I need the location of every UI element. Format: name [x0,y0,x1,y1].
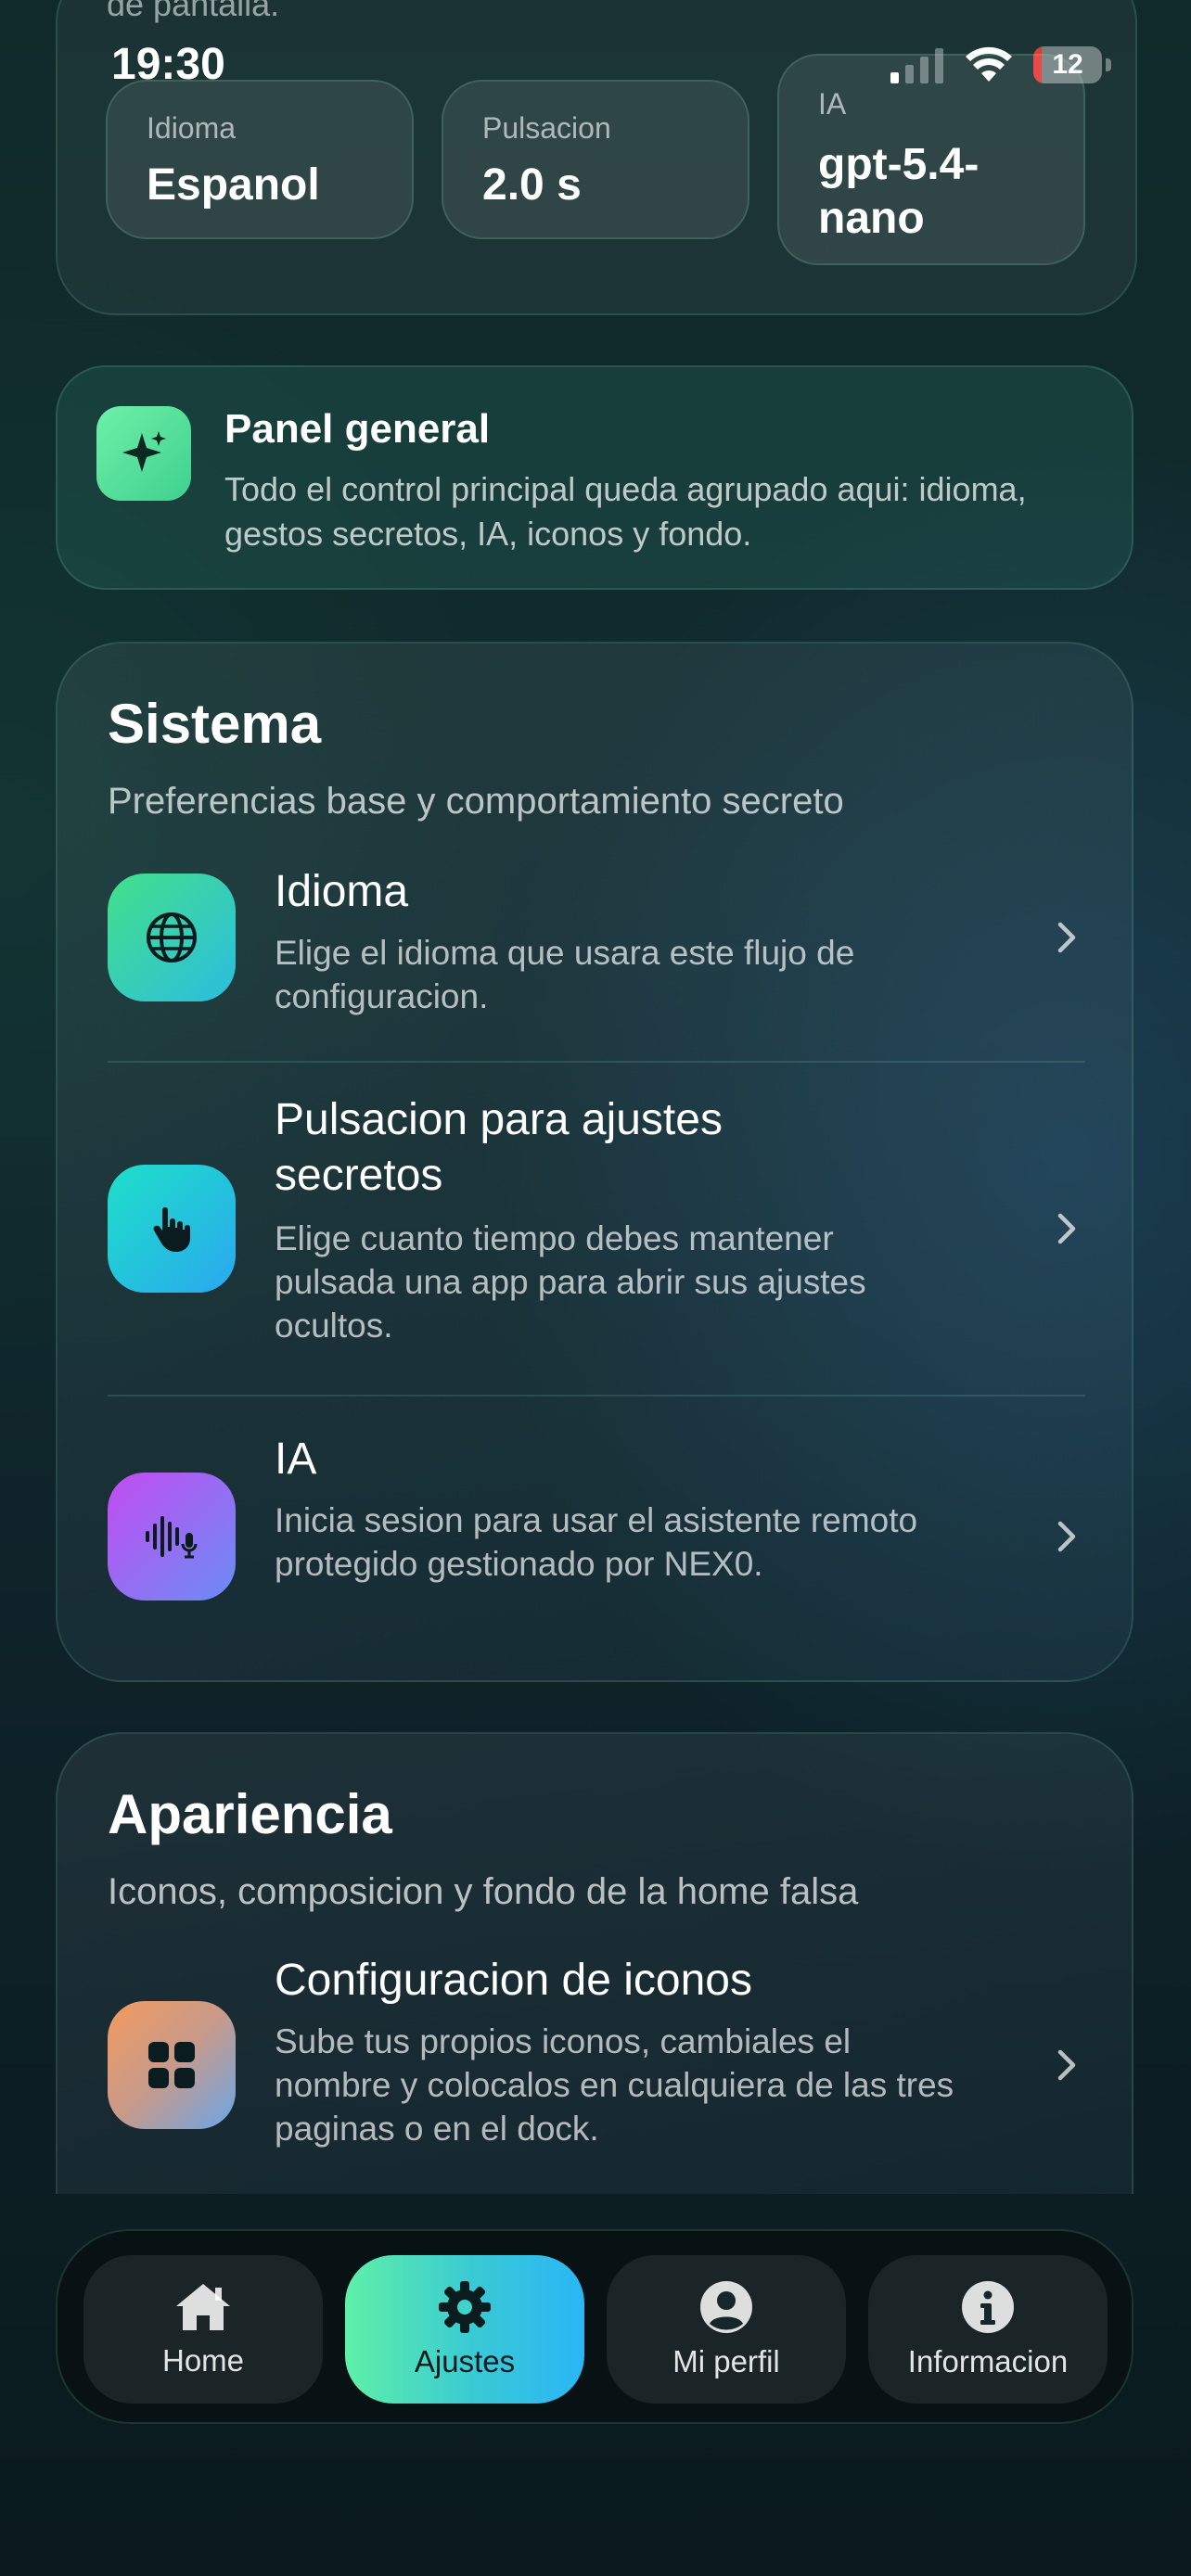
panel-general-title: Panel general [224,406,491,452]
section-title: Sistema [108,693,322,755]
battery-cap [1106,58,1111,71]
chip-pulsacion[interactable]: Pulsacion 2.0 s [442,80,749,239]
nav-informacion[interactable]: Informacion [868,2255,1108,2404]
section-title: Apariencia [108,1783,392,1845]
section-subtitle: Preferencias base y comportamiento secre… [108,781,844,822]
chip-ia[interactable]: IA gpt-5.4-nano [777,54,1085,265]
bottom-navigation: Home Ajustes Mi perfil Informacion [56,2229,1133,2424]
chevron-right-icon [1057,922,1076,953]
settings-row-pulsacion[interactable]: Pulsacion para ajustes secretos Elige cu… [108,1095,1085,1352]
sparkles-icon [96,406,191,501]
chevron-right-icon [1057,2049,1076,2081]
row-title: Idioma [275,867,409,916]
chip-label: Idioma [147,111,237,145]
row-title: Configuracion de iconos [275,1956,752,2005]
row-description: Sube tus propios iconos, cambiales el no… [275,2022,954,2148]
summary-card-subtitle: de pantalla. [107,0,280,23]
gear-icon [439,2281,491,2333]
chip-idioma[interactable]: Idioma Espanol [106,80,414,239]
info-icon [962,2281,1014,2333]
chip-value: 2.0 s [482,160,582,210]
chip-value: gpt-5.4-nano [818,140,980,243]
nav-label: Mi perfil [672,2344,780,2378]
nav-mi-perfil[interactable]: Mi perfil [607,2255,846,2404]
globe-icon [108,874,236,1001]
nav-label: Informacion [907,2344,1069,2378]
chip-label: IA [818,87,847,121]
sistema-section: Sistema Preferencias base y comportamien… [56,642,1133,1682]
row-description: Inicia sesion para usar el asistente rem… [275,1501,918,1583]
settings-row-iconos[interactable]: Configuracion de iconos Sube tus propios… [108,1956,1085,2175]
nav-label: Home [161,2343,245,2378]
chip-label: Pulsacion [482,111,611,145]
nav-ajustes[interactable]: Ajustes [345,2255,584,2404]
person-icon [700,2281,752,2333]
nav-home[interactable]: Home [83,2255,323,2404]
chevron-right-icon [1057,1521,1076,1552]
house-icon [176,2284,230,2330]
panel-general-description: Todo el control principal queda agrupado… [224,470,1027,553]
section-subtitle: Iconos, composicion y fondo de la home f… [108,1871,859,1912]
chevron-right-icon [1057,1213,1076,1244]
row-description: Elige el idioma que usara este flujo de … [275,934,855,1015]
row-description: Elige cuanto tiempo debes mantener pulsa… [275,1219,866,1345]
settings-row-idioma[interactable]: Idioma Elige el idioma que usara este fl… [108,867,1085,1050]
settings-row-ia[interactable]: IA Inicia sesion para usar el asistente … [108,1435,1085,1645]
row-title: Pulsacion para ajustes secretos [275,1095,723,1200]
row-divider [108,1061,1085,1063]
hand-tap-icon [108,1165,236,1293]
chip-value: Espanol [147,160,320,210]
voice-wave-icon [108,1473,236,1600]
row-title: IA [275,1435,317,1484]
panel-general-card: Panel general Todo el control principal … [56,365,1133,590]
nav-label: Ajustes [414,2344,516,2378]
grid-icon [108,2001,236,2129]
row-divider [108,1395,1085,1396]
